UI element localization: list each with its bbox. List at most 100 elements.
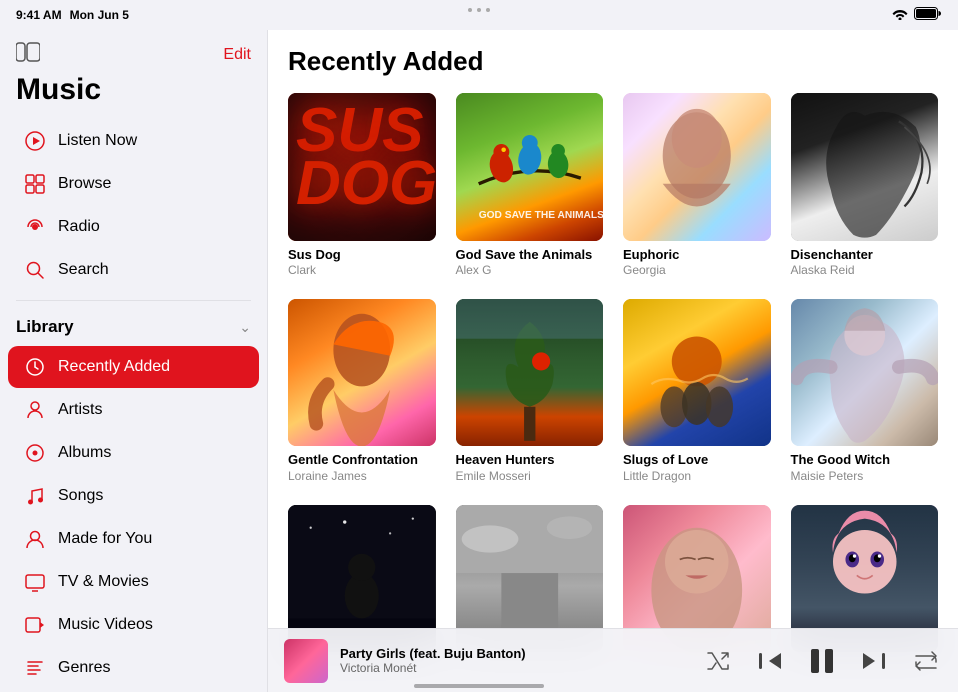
album-card-disenchanter[interactable]: Disenchanter Alaska Reid: [791, 93, 939, 279]
nav-item-songs[interactable]: Songs: [8, 475, 259, 517]
repeat-button[interactable]: [910, 645, 942, 677]
album-artist-heaven: Emile Mosseri: [456, 469, 604, 485]
album-name-slugs: Slugs of Love: [623, 452, 771, 469]
album-artist-euphoric: Georgia: [623, 263, 771, 279]
browse-label: Browse: [58, 175, 111, 193]
nav-section-main: Listen Now Browse: [0, 115, 267, 296]
album-name-god-save: God Save the Animals: [456, 247, 604, 264]
status-date: Mon Jun 5: [70, 8, 129, 22]
album-card-slugs[interactable]: Slugs of Love Little Dragon: [623, 299, 771, 485]
album-name-euphoric: Euphoric: [623, 247, 771, 264]
album-name-disenchanter: Disenchanter: [791, 247, 939, 264]
albums-label: Albums: [58, 444, 111, 462]
listen-now-icon: [24, 130, 46, 152]
album-art-euphoric: [623, 93, 771, 241]
album-artist-slugs: Little Dragon: [623, 469, 771, 485]
nav-item-genres[interactable]: Genres: [8, 647, 259, 689]
album-name-sus-dog: Sus Dog: [288, 247, 436, 264]
library-section: Recently Added Artists: [0, 341, 267, 692]
album-name-gentle: Gentle Confrontation: [288, 452, 436, 469]
status-time: 9:41 AM: [16, 8, 62, 22]
battery-icon: [914, 7, 942, 23]
browse-icon: [24, 173, 46, 195]
album-artist-gentle: Loraine James: [288, 469, 436, 485]
album-card-god-save[interactable]: GOD SAVE THE ANIMALS God Save the Animal…: [456, 93, 604, 279]
next-button[interactable]: [858, 645, 890, 677]
nav-item-recently-added[interactable]: Recently Added: [8, 346, 259, 388]
nav-item-tv-movies[interactable]: TV & Movies: [8, 561, 259, 603]
album-card-euphoric[interactable]: Euphoric Georgia: [623, 93, 771, 279]
library-chevron[interactable]: ⌄: [239, 319, 251, 336]
main-content: Recently Added SUSDOG Sus Dog Clark: [268, 30, 958, 692]
genres-label: Genres: [58, 659, 110, 677]
sidebar: Edit Music Listen Now: [0, 30, 268, 692]
status-right: [892, 7, 942, 23]
songs-label: Songs: [58, 487, 103, 505]
radio-label: Radio: [58, 218, 100, 236]
album-art-good-witch: [791, 299, 939, 447]
shuffle-button[interactable]: [702, 645, 734, 677]
album-artist-good-witch: Maisie Peters: [791, 469, 939, 485]
album-art-slugs: [623, 299, 771, 447]
pause-button[interactable]: [806, 645, 838, 677]
app-container: Edit Music Listen Now: [0, 30, 958, 692]
svg-text:GOD SAVE THE ANIMALS: GOD SAVE THE ANIMALS: [478, 210, 603, 221]
nav-item-albums[interactable]: Albums: [8, 432, 259, 474]
nav-item-browse[interactable]: Browse: [8, 163, 259, 205]
albums-grid: SUSDOG Sus Dog Clark: [288, 93, 938, 658]
library-header: Library ⌄: [0, 307, 267, 341]
album-card-sus-dog[interactable]: SUSDOG Sus Dog Clark: [288, 93, 436, 279]
music-videos-label: Music Videos: [58, 616, 153, 634]
sidebar-header: Edit: [0, 30, 267, 71]
status-bar: 9:41 AM Mon Jun 5: [0, 0, 958, 30]
artists-label: Artists: [58, 401, 102, 419]
nav-item-artists[interactable]: Artists: [8, 389, 259, 431]
tv-movies-label: TV & Movies: [58, 573, 149, 591]
sidebar-collapse-btn[interactable]: [16, 42, 40, 67]
album-card-gentle[interactable]: Gentle Confrontation Loraine James: [288, 299, 436, 485]
album-art-heaven: [456, 299, 604, 447]
now-playing-title: Party Girls (feat. Buju Banton): [340, 646, 690, 661]
now-playing-bar: Party Girls (feat. Buju Banton) Victoria…: [268, 628, 958, 692]
now-playing-info: Party Girls (feat. Buju Banton) Victoria…: [340, 646, 690, 675]
album-artist-god-save: Alex G: [456, 263, 604, 279]
nav-item-music-videos[interactable]: Music Videos: [8, 604, 259, 646]
nav-item-made-for-you[interactable]: Made for You: [8, 518, 259, 560]
top-dots: [468, 8, 490, 12]
album-art-sus-dog: SUSDOG: [288, 93, 436, 241]
previous-button[interactable]: [754, 645, 786, 677]
now-playing-art: [284, 639, 328, 683]
sidebar-edit-btn[interactable]: Edit: [223, 46, 251, 64]
album-card-heaven[interactable]: Heaven Hunters Emile Mosseri: [456, 299, 604, 485]
album-artist-disenchanter: Alaska Reid: [791, 263, 939, 279]
nav-item-radio[interactable]: Radio: [8, 206, 259, 248]
library-title: Library: [16, 317, 74, 337]
nav-item-listen-now[interactable]: Listen Now: [8, 120, 259, 162]
songs-icon: [24, 485, 46, 507]
made-for-you-label: Made for You: [58, 530, 152, 548]
radio-icon: [24, 216, 46, 238]
wifi-icon: [892, 8, 908, 23]
recently-added-icon: [24, 356, 46, 378]
home-indicator: [414, 684, 544, 688]
album-card-good-witch[interactable]: The Good Witch Maisie Peters: [791, 299, 939, 485]
genres-icon: [24, 657, 46, 679]
tv-movies-icon: [24, 571, 46, 593]
made-for-you-icon: [24, 528, 46, 550]
nav-item-search[interactable]: Search: [8, 249, 259, 291]
music-videos-icon: [24, 614, 46, 636]
album-art-gentle: [288, 299, 436, 447]
listen-now-label: Listen Now: [58, 132, 137, 150]
album-art-disenchanter: [791, 93, 939, 241]
album-name-heaven: Heaven Hunters: [456, 452, 604, 469]
now-playing-artist: Victoria Monét: [340, 661, 690, 675]
recently-added-label: Recently Added: [58, 358, 170, 376]
albums-icon: [24, 442, 46, 464]
sidebar-music-title: Music: [16, 73, 101, 106]
search-icon: [24, 259, 46, 281]
recently-added-title: Recently Added: [288, 46, 938, 77]
album-name-good-witch: The Good Witch: [791, 452, 939, 469]
album-art-god-save: GOD SAVE THE ANIMALS: [456, 93, 604, 241]
search-label: Search: [58, 261, 109, 279]
now-playing-controls: [702, 645, 942, 677]
